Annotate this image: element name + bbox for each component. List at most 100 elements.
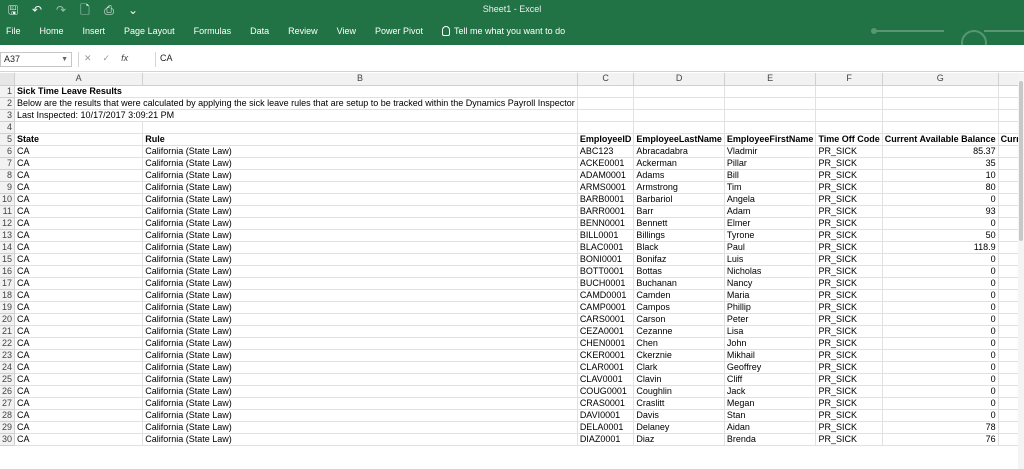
table-cell[interactable]: PR_SICK xyxy=(815,241,883,254)
table-cell[interactable]: PR_SICK xyxy=(815,313,883,326)
table-cell[interactable]: California (State Law) xyxy=(142,253,578,266)
worksheet-grid[interactable]: ABCDEFGHIJ1Sick Time Leave Results2Below… xyxy=(0,73,1024,469)
table-cell[interactable]: California (State Law) xyxy=(142,145,578,158)
cell[interactable] xyxy=(882,121,999,134)
column-title[interactable]: EmployeeFirstName xyxy=(724,133,817,146)
table-cell[interactable]: Stan xyxy=(724,409,817,422)
table-cell[interactable]: Craslitt xyxy=(633,397,725,410)
tab-formulas[interactable]: Formulas xyxy=(194,26,232,36)
table-cell[interactable]: 0 xyxy=(882,313,999,326)
table-cell[interactable]: Coughlin xyxy=(633,385,725,398)
tab-insert[interactable]: Insert xyxy=(83,26,106,36)
table-cell[interactable]: CA xyxy=(14,301,144,314)
cell[interactable] xyxy=(724,121,817,134)
table-cell[interactable]: BARR0001 xyxy=(577,205,635,218)
table-cell[interactable]: PR_SICK xyxy=(815,385,883,398)
row-header[interactable]: 9 xyxy=(0,181,15,194)
table-cell[interactable]: California (State Law) xyxy=(142,361,578,374)
table-cell[interactable]: 0 xyxy=(882,277,999,290)
table-cell[interactable]: PR_SICK xyxy=(815,169,883,182)
row-header[interactable]: 7 xyxy=(0,157,15,170)
table-cell[interactable]: CA xyxy=(14,313,144,326)
table-cell[interactable]: 0 xyxy=(882,193,999,206)
row-header[interactable]: 5 xyxy=(0,133,15,146)
table-cell[interactable]: Barr xyxy=(633,205,725,218)
table-cell[interactable]: CLAR0001 xyxy=(577,361,635,374)
table-cell[interactable]: Jack xyxy=(724,385,817,398)
table-cell[interactable]: PR_SICK xyxy=(815,433,883,446)
row-header[interactable]: 19 xyxy=(0,301,15,314)
row-header[interactable]: 10 xyxy=(0,193,15,206)
table-cell[interactable]: California (State Law) xyxy=(142,181,578,194)
row-header[interactable]: 1 xyxy=(0,85,15,98)
table-cell[interactable]: California (State Law) xyxy=(142,301,578,314)
table-cell[interactable]: Bill xyxy=(724,169,817,182)
tab-file[interactable]: File xyxy=(6,26,21,36)
cell[interactable] xyxy=(14,121,144,134)
table-cell[interactable]: CA xyxy=(14,193,144,206)
table-cell[interactable]: Bottas xyxy=(633,265,725,278)
table-cell[interactable]: California (State Law) xyxy=(142,313,578,326)
table-cell[interactable]: PR_SICK xyxy=(815,229,883,242)
row-header[interactable]: 30 xyxy=(0,433,15,446)
table-cell[interactable]: California (State Law) xyxy=(142,169,578,182)
table-cell[interactable]: 0 xyxy=(882,349,999,362)
table-cell[interactable]: Diaz xyxy=(633,433,725,446)
table-cell[interactable]: PR_SICK xyxy=(815,265,883,278)
row-header[interactable]: 11 xyxy=(0,205,15,218)
table-cell[interactable]: 80 xyxy=(882,181,999,194)
table-cell[interactable]: Ckerznie xyxy=(633,349,725,362)
table-cell[interactable]: BENN0001 xyxy=(577,217,635,230)
row-header[interactable]: 22 xyxy=(0,337,15,350)
table-cell[interactable]: Carson xyxy=(633,313,725,326)
cell[interactable] xyxy=(577,121,635,134)
table-cell[interactable]: BLAC0001 xyxy=(577,241,635,254)
table-cell[interactable]: Pillar xyxy=(724,157,817,170)
table-cell[interactable]: 78 xyxy=(882,421,999,434)
cell[interactable] xyxy=(142,121,578,134)
table-cell[interactable]: Armstrong xyxy=(633,181,725,194)
table-cell[interactable]: Billings xyxy=(633,229,725,242)
table-cell[interactable]: California (State Law) xyxy=(142,277,578,290)
scrollbar-thumb[interactable] xyxy=(1019,81,1023,241)
cell[interactable] xyxy=(633,121,725,134)
table-cell[interactable]: California (State Law) xyxy=(142,325,578,338)
table-cell[interactable]: California (State Law) xyxy=(142,337,578,350)
table-cell[interactable]: Abracadabra xyxy=(633,145,725,158)
row-header[interactable]: 24 xyxy=(0,361,15,374)
table-cell[interactable]: California (State Law) xyxy=(142,373,578,386)
table-cell[interactable]: 35 xyxy=(882,157,999,170)
table-cell[interactable]: 0 xyxy=(882,385,999,398)
table-cell[interactable]: Davis xyxy=(633,409,725,422)
row-header[interactable]: 6 xyxy=(0,145,15,158)
table-cell[interactable]: 0 xyxy=(882,301,999,314)
table-cell[interactable]: 10 xyxy=(882,169,999,182)
table-cell[interactable]: CAMP0001 xyxy=(577,301,635,314)
table-cell[interactable]: Mikhail xyxy=(724,349,817,362)
table-cell[interactable]: BOTT0001 xyxy=(577,265,635,278)
row-header[interactable]: 16 xyxy=(0,265,15,278)
table-cell[interactable]: ABC123 xyxy=(577,145,635,158)
tab-home[interactable]: Home xyxy=(40,26,64,36)
table-cell[interactable]: California (State Law) xyxy=(142,217,578,230)
table-cell[interactable]: Geoffrey xyxy=(724,361,817,374)
table-cell[interactable]: Peter xyxy=(724,313,817,326)
table-cell[interactable]: Nancy xyxy=(724,277,817,290)
table-cell[interactable]: Camden xyxy=(633,289,725,302)
column-title[interactable]: EmployeeLastName xyxy=(633,133,725,146)
cell[interactable] xyxy=(577,85,635,98)
row-header[interactable]: 28 xyxy=(0,409,15,422)
cell[interactable] xyxy=(724,109,817,122)
row-header[interactable]: 3 xyxy=(0,109,15,122)
table-cell[interactable]: 85.37 xyxy=(882,145,999,158)
table-cell[interactable]: BONI0001 xyxy=(577,253,635,266)
table-cell[interactable]: CHEN0001 xyxy=(577,337,635,350)
row-header[interactable]: 12 xyxy=(0,217,15,230)
insert-function-icon[interactable]: fx xyxy=(121,53,128,64)
table-cell[interactable]: California (State Law) xyxy=(142,205,578,218)
table-cell[interactable]: Maria xyxy=(724,289,817,302)
table-cell[interactable]: Campos xyxy=(633,301,725,314)
table-cell[interactable]: Luis xyxy=(724,253,817,266)
column-title[interactable]: State xyxy=(14,133,144,146)
table-cell[interactable]: PR_SICK xyxy=(815,325,883,338)
